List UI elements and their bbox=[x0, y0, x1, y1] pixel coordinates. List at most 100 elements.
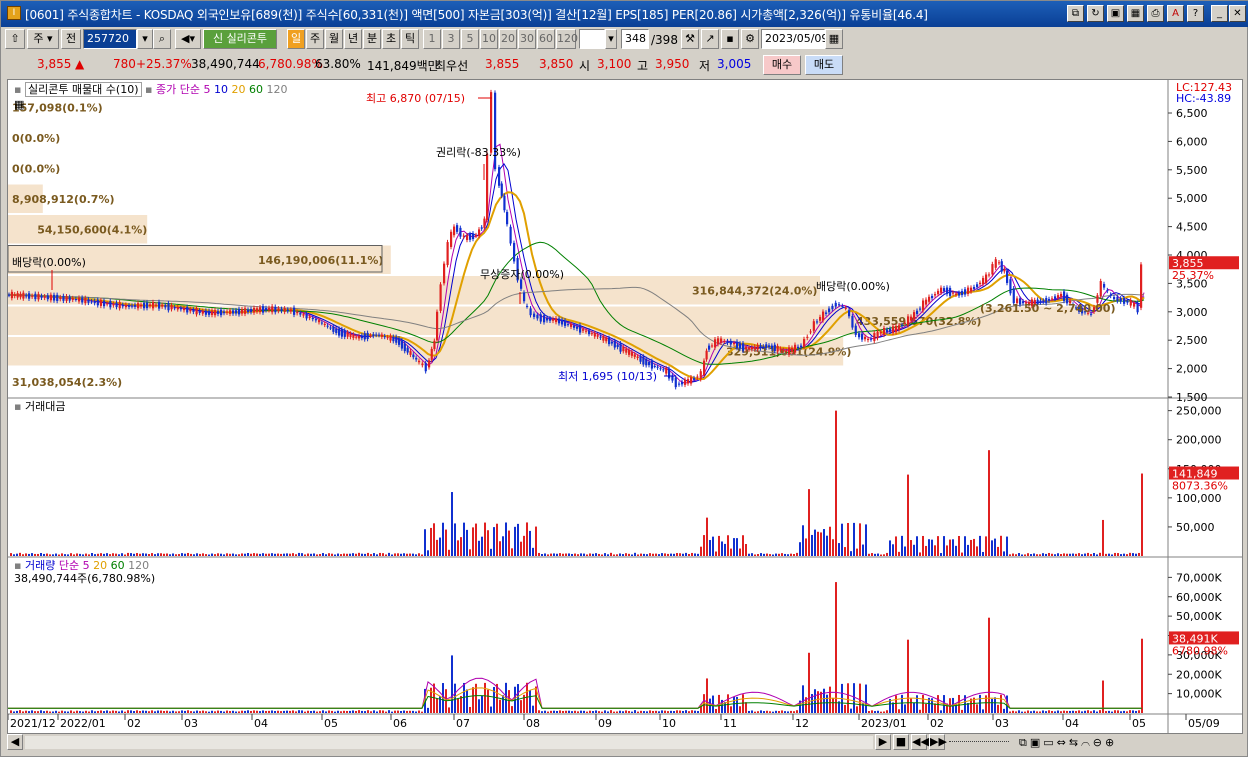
candle-body bbox=[745, 347, 748, 350]
amount-bar bbox=[577, 554, 579, 556]
minimize-icon[interactable]: _ bbox=[1211, 5, 1228, 22]
chevron-down-icon[interactable]: ▾ bbox=[137, 29, 153, 49]
grid-icon[interactable]: ▦ bbox=[14, 98, 24, 111]
close-icon[interactable]: ✕ bbox=[1229, 5, 1246, 22]
period-year[interactable]: 년 bbox=[344, 29, 362, 49]
amount-bar bbox=[127, 552, 129, 556]
amount-bar bbox=[91, 553, 93, 556]
speed-slider[interactable] bbox=[949, 741, 1009, 744]
refresh-icon[interactable]: ↻ bbox=[1087, 5, 1104, 22]
screen-icon[interactable]: ▦ bbox=[1127, 5, 1144, 22]
chart-canvas[interactable]: 157,098(0.1%) 0(0.0%) 0(0.0%) 8,908,912(0.7… bbox=[8, 80, 1242, 733]
candle-body bbox=[1051, 298, 1054, 300]
volume-bar bbox=[226, 710, 228, 713]
period-month[interactable]: 월 bbox=[325, 29, 343, 49]
font-icon[interactable]: A bbox=[1167, 5, 1184, 22]
code-input[interactable]: 257720 bbox=[83, 29, 137, 49]
candle-body bbox=[456, 225, 459, 232]
market-select[interactable]: 주 ▾ bbox=[27, 29, 59, 49]
min-1[interactable]: 1 bbox=[423, 29, 441, 49]
amount-bar bbox=[430, 527, 432, 556]
period-tick[interactable]: 틱 bbox=[401, 29, 419, 49]
period-minute[interactable]: 분 bbox=[363, 29, 381, 49]
print-icon[interactable]: ⎙ bbox=[1147, 5, 1164, 22]
candle-body bbox=[913, 312, 916, 320]
period-second[interactable]: 초 bbox=[382, 29, 400, 49]
volume-bar bbox=[67, 711, 69, 713]
play-icon[interactable]: ▶ bbox=[875, 734, 891, 750]
chart-tool-icon[interactable]: ↗ bbox=[701, 29, 719, 49]
volume-bar bbox=[193, 711, 195, 713]
min-120[interactable]: 120 bbox=[556, 29, 578, 49]
fast-forward-icon[interactable]: ▶▶ bbox=[929, 734, 947, 750]
candle-body bbox=[358, 335, 361, 339]
tool-icons[interactable]: ⧉▣▭⇔⇆⌒⊖⊕ bbox=[1019, 736, 1117, 750]
volume-bar bbox=[1138, 710, 1140, 713]
amount-bar bbox=[364, 553, 366, 556]
volume-bar bbox=[394, 710, 396, 713]
tool-icon[interactable]: ⚒ bbox=[681, 29, 699, 49]
candle-body bbox=[90, 301, 93, 303]
candle-body bbox=[822, 311, 825, 321]
speaker-icon[interactable]: ◀▾ bbox=[175, 29, 201, 49]
save-icon[interactable]: ▪ bbox=[721, 29, 739, 49]
sell-button[interactable]: 매도 bbox=[805, 55, 843, 75]
buy-button[interactable]: 매수 bbox=[763, 55, 801, 75]
pin-icon[interactable]: ⇧ bbox=[5, 29, 25, 49]
rewind-icon[interactable]: ◀◀ bbox=[911, 734, 929, 750]
ma-legend-title[interactable]: 종가 단순 bbox=[156, 83, 200, 96]
min-5[interactable]: 5 bbox=[461, 29, 479, 49]
link-icon[interactable]: ⧉ bbox=[1067, 5, 1084, 22]
period-day[interactable]: 일 bbox=[287, 29, 305, 49]
amount-bar bbox=[535, 526, 537, 556]
amount-marker-pct: 8073.36% bbox=[1172, 480, 1228, 493]
candle-body bbox=[31, 295, 34, 297]
volume-bar bbox=[883, 711, 885, 713]
candle-body bbox=[179, 308, 183, 310]
amount-bar bbox=[952, 539, 954, 556]
stop-icon[interactable]: ■ bbox=[893, 734, 909, 750]
search-icon[interactable]: ⌕ bbox=[153, 29, 171, 49]
volume-bar bbox=[868, 711, 870, 713]
min-60[interactable]: 60 bbox=[537, 29, 555, 49]
candle-body bbox=[573, 325, 576, 328]
profile-legend-title[interactable]: 실리콘투 매물대 수(10) bbox=[24, 82, 142, 97]
count-input[interactable]: 348 bbox=[621, 29, 649, 49]
custom-period-input[interactable] bbox=[579, 29, 605, 49]
chevron-down-icon[interactable]: ▾ bbox=[605, 29, 617, 49]
help-icon[interactable]: ? bbox=[1187, 5, 1204, 22]
period-week[interactable]: 주 bbox=[306, 29, 324, 49]
volume-bar bbox=[322, 710, 324, 713]
volume-bar bbox=[448, 707, 450, 713]
date-input[interactable]: 2023/05/09 bbox=[761, 29, 828, 49]
volume-bar bbox=[223, 711, 225, 713]
candle-body bbox=[696, 376, 699, 378]
volume-bar bbox=[73, 711, 75, 713]
chart-area[interactable]: 157,098(0.1%) 0(0.0%) 0(0.0%) 8,908,912(0.7… bbox=[7, 79, 1243, 734]
amount-bar bbox=[508, 530, 510, 556]
min-3[interactable]: 3 bbox=[442, 29, 460, 49]
volume-bar bbox=[880, 711, 882, 713]
scroll-track[interactable] bbox=[25, 736, 873, 749]
bonus-annotation: 무상증자(0.00%) bbox=[480, 268, 564, 281]
min-10[interactable]: 10 bbox=[480, 29, 498, 49]
candle-body bbox=[976, 284, 979, 288]
mode-button[interactable]: 전 bbox=[61, 29, 81, 49]
gear-icon[interactable]: ⚙ bbox=[741, 29, 759, 49]
window-icon[interactable]: ▣ bbox=[1107, 5, 1124, 22]
candle-body bbox=[189, 309, 192, 312]
stock-name-button[interactable]: 신 실리콘투 bbox=[203, 29, 277, 49]
volume-bar bbox=[163, 710, 165, 713]
amount-bar bbox=[112, 553, 114, 556]
candle-body bbox=[289, 309, 293, 312]
scroll-left-icon[interactable]: ◀ bbox=[7, 734, 23, 750]
chart-scrollbar[interactable]: ◀ ▶ ■ ◀◀ ▶▶ ⧉▣▭⇔⇆⌒⊖⊕ bbox=[7, 734, 1243, 751]
calendar-icon[interactable]: ▦ bbox=[825, 29, 843, 49]
amount-bar bbox=[835, 410, 837, 556]
candle-body bbox=[985, 274, 988, 284]
volume-bar bbox=[1096, 711, 1098, 713]
amount-bar bbox=[814, 529, 816, 556]
volume-bar bbox=[934, 703, 936, 713]
min-20[interactable]: 20 bbox=[499, 29, 517, 49]
min-30[interactable]: 30 bbox=[518, 29, 536, 49]
